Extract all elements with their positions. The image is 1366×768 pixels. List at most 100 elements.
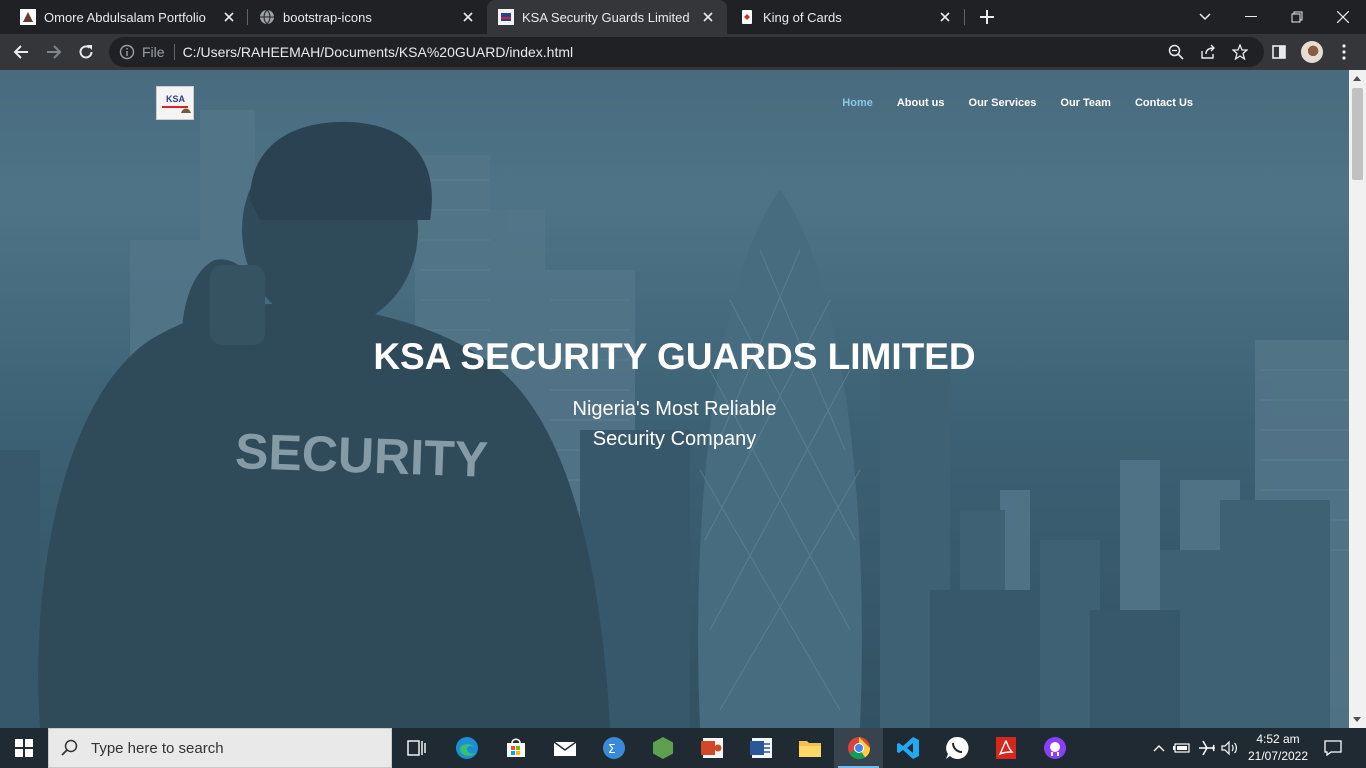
browser-toolbar: File C:/Users/RAHEEMAH/Documents/KSA%20G… xyxy=(0,34,1366,70)
battery-status[interactable] xyxy=(1172,728,1192,768)
tab-separator xyxy=(964,9,965,25)
arrow-left-icon xyxy=(13,45,28,59)
task-view-icon xyxy=(406,740,426,756)
taskbar-chrome[interactable] xyxy=(834,728,883,768)
nav-about-us[interactable]: About us xyxy=(897,97,945,109)
notification-center-button[interactable] xyxy=(1318,728,1348,768)
url-text[interactable]: C:/Users/RAHEEMAH/Documents/KSA%20GUARD/… xyxy=(183,44,574,60)
taskbar-acrobat[interactable] xyxy=(981,728,1030,768)
reload-button[interactable] xyxy=(72,38,100,66)
scroll-up-arrow-icon[interactable] xyxy=(1353,76,1361,81)
volume-control[interactable] xyxy=(1220,728,1240,768)
browser-menu-button[interactable] xyxy=(1330,38,1358,66)
zoom-icon[interactable] xyxy=(1168,44,1184,60)
info-icon[interactable] xyxy=(119,44,135,60)
svg-text:KSA: KSA xyxy=(166,94,186,104)
taskbar-nodejs[interactable] xyxy=(638,728,687,768)
mail-icon xyxy=(553,741,576,756)
windows-taskbar: Type here to search Σ 4:52 am 21/07/2022 xyxy=(0,728,1366,768)
taskbar-store[interactable] xyxy=(491,728,540,768)
address-bar[interactable]: File C:/Users/RAHEEMAH/Documents/KSA%20G… xyxy=(109,37,1264,67)
clock-time: 4:52 am xyxy=(1256,732,1300,746)
taskbar-search-box[interactable]: Type here to search xyxy=(48,728,392,768)
profile-avatar[interactable] xyxy=(1301,41,1323,63)
page-scrollbar[interactable] xyxy=(1349,70,1366,728)
taskbar-edge[interactable] xyxy=(442,728,491,768)
minimize-button[interactable] xyxy=(1228,0,1274,34)
nav-our-services[interactable]: Our Services xyxy=(969,97,1037,109)
tab-title: Omore Abdulsalam Portfolio xyxy=(44,9,206,25)
close-tab-icon[interactable] xyxy=(697,6,719,28)
close-tab-icon[interactable] xyxy=(934,6,956,28)
taskbar-powerpoint[interactable] xyxy=(687,728,736,768)
arrow-right-icon xyxy=(47,45,62,59)
close-tab-icon[interactable] xyxy=(457,6,479,28)
taskbar-vscode[interactable] xyxy=(883,728,932,768)
close-window-button[interactable] xyxy=(1320,0,1366,34)
hero-subtitle-line-1: Nigeria's Most Reliable xyxy=(572,398,777,420)
side-panel-icon xyxy=(1272,45,1286,59)
taskbar-github-desktop[interactable] xyxy=(1030,728,1079,768)
taskbar-math-input[interactable]: Σ xyxy=(589,728,638,768)
new-tab-button[interactable] xyxy=(974,5,1000,29)
globe-icon xyxy=(260,9,274,25)
tab-king-of-cards[interactable]: King of Cards xyxy=(727,0,964,34)
minimize-icon xyxy=(1245,16,1257,17)
chrome-icon xyxy=(847,737,870,760)
forward-button[interactable] xyxy=(40,38,68,66)
scroll-down-arrow-icon[interactable] xyxy=(1353,717,1361,722)
back-button[interactable] xyxy=(7,38,35,66)
hero-section: SECURITY KSA Home About us Our Services … xyxy=(0,70,1349,728)
side-panel-button[interactable] xyxy=(1265,38,1293,66)
restore-button[interactable] xyxy=(1274,0,1320,34)
main-navigation: Home About us Our Services Our Team Cont… xyxy=(842,97,1193,109)
scrollbar-thumb[interactable] xyxy=(1352,88,1363,180)
search-placeholder: Type here to search xyxy=(91,739,224,757)
omnibox-divider xyxy=(173,44,175,60)
speaker-icon xyxy=(1221,740,1237,756)
search-icon xyxy=(61,739,78,756)
close-tab-icon[interactable] xyxy=(218,6,240,28)
nav-contact-us[interactable]: Contact Us xyxy=(1135,97,1193,109)
chevron-down-icon xyxy=(1199,13,1211,21)
ksa-favicon-icon xyxy=(498,9,514,25)
tab-search-button[interactable] xyxy=(1182,0,1228,34)
airplane-mode-status[interactable] xyxy=(1196,728,1218,768)
ksa-logo-icon: KSA xyxy=(157,87,193,119)
card-favicon-icon xyxy=(742,10,752,24)
taskbar-file-explorer[interactable] xyxy=(785,728,834,768)
scheme-label: File xyxy=(142,44,165,60)
powerpoint-icon xyxy=(700,738,723,758)
plus-icon xyxy=(980,10,994,24)
tab-title: KSA Security Guards Limited xyxy=(522,9,690,25)
whatsapp-icon xyxy=(945,736,969,759)
start-button[interactable] xyxy=(0,728,48,768)
nav-our-team[interactable]: Our Team xyxy=(1060,97,1111,109)
acrobat-icon xyxy=(995,737,1016,759)
site-logo[interactable]: KSA xyxy=(156,86,194,120)
tab-strip: Omore Abdulsalam Portfolio bootstrap-ico… xyxy=(0,0,1366,34)
share-icon[interactable] xyxy=(1200,44,1216,60)
airplane-icon xyxy=(1199,740,1215,756)
bookmark-star-icon[interactable] xyxy=(1232,44,1248,60)
taskbar-mail[interactable] xyxy=(540,728,589,768)
show-hidden-icons-button[interactable] xyxy=(1150,728,1168,768)
tab-title: King of Cards xyxy=(763,9,842,25)
hero-title: KSA SECURITY GUARDS LIMITED xyxy=(373,336,976,377)
taskbar-word[interactable] xyxy=(736,728,785,768)
tab-ksa-security[interactable]: KSA Security Guards Limited xyxy=(487,0,727,34)
task-view-button[interactable] xyxy=(392,728,441,768)
tab-portfolio[interactable]: Omore Abdulsalam Portfolio xyxy=(0,0,248,34)
nav-home[interactable]: Home xyxy=(842,97,873,109)
math-input-icon: Σ xyxy=(602,737,625,759)
tab-title: bootstrap-icons xyxy=(283,9,372,25)
taskbar-clock[interactable]: 4:52 am 21/07/2022 xyxy=(1238,731,1318,765)
page-viewport: SECURITY KSA Home About us Our Services … xyxy=(0,70,1366,728)
hero-subtitle: Nigeria's Most Reliable Security Company xyxy=(0,394,1349,454)
restore-icon xyxy=(1291,11,1303,23)
tab-bootstrap-icons[interactable]: bootstrap-icons xyxy=(239,0,487,34)
kebab-menu-icon xyxy=(1342,44,1346,60)
taskbar-whatsapp[interactable] xyxy=(932,728,981,768)
clock-date: 21/07/2022 xyxy=(1247,749,1309,763)
folder-icon xyxy=(798,741,821,757)
